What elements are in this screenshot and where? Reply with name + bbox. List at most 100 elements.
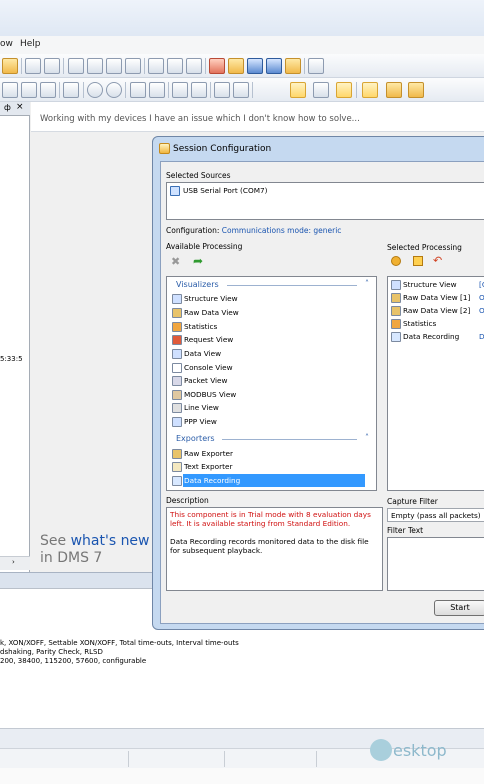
visualizer-item[interactable]: Request View xyxy=(184,335,233,344)
open-icon[interactable] xyxy=(2,58,18,74)
remove-icon[interactable]: ✖ xyxy=(171,255,180,268)
filter-text-input[interactable] xyxy=(387,537,484,591)
filter-icon[interactable] xyxy=(149,82,165,98)
raw-exporter-icon xyxy=(172,449,182,459)
selected-item-link[interactable]: [C xyxy=(479,280,484,289)
settings-icon[interactable] xyxy=(391,256,401,266)
selected-item-link[interactable]: O xyxy=(479,306,484,315)
source-item[interactable]: USB Serial Port (COM7) xyxy=(183,186,268,195)
window2-icon[interactable] xyxy=(266,58,282,74)
back-icon[interactable] xyxy=(87,82,103,98)
visualizer-item[interactable]: Raw Data View xyxy=(184,308,239,317)
menu-help[interactable]: Help xyxy=(20,39,41,49)
layout2-icon[interactable] xyxy=(191,82,207,98)
start-button[interactable]: Start xyxy=(434,600,484,616)
exporter-item[interactable]: Text Exporter xyxy=(184,462,232,471)
exporter-item[interactable]: Raw Exporter xyxy=(184,449,233,458)
capture-filter-select[interactable]: Empty (pass all packets) xyxy=(387,508,484,522)
panel-icon[interactable] xyxy=(362,82,378,98)
visualizers-header[interactable]: Visualizers xyxy=(176,280,219,289)
selected-item-link[interactable]: D xyxy=(479,332,484,341)
scroll-right-icon[interactable]: › xyxy=(12,558,15,566)
session-icon xyxy=(159,143,170,154)
record-icon[interactable] xyxy=(148,58,164,74)
exporters-header[interactable]: Exporters xyxy=(176,434,215,443)
bookmark-icon[interactable] xyxy=(63,82,79,98)
selected-sources-list[interactable]: USB Serial Port (COM7) xyxy=(166,182,484,220)
visualizer-item[interactable]: MODBUS View xyxy=(184,390,236,399)
panel2-icon[interactable] xyxy=(386,82,402,98)
chart-icon[interactable] xyxy=(290,82,306,98)
window-title-bar xyxy=(0,0,484,36)
tools-icon[interactable] xyxy=(228,58,244,74)
whats-new-link[interactable]: what's new xyxy=(71,533,150,549)
copy-icon[interactable] xyxy=(68,58,84,74)
visualizer-item[interactable]: Data View xyxy=(184,349,221,358)
panel3-icon[interactable] xyxy=(408,82,424,98)
left-pane-scrollbar[interactable]: › xyxy=(0,556,30,570)
copy4-icon[interactable] xyxy=(125,58,141,74)
edit-icon[interactable] xyxy=(25,58,41,74)
selected-processing-list[interactable]: Structure View [C Raw Data View [1] O Ra… xyxy=(387,276,484,491)
description-trial: This component is in Trial mode with 8 e… xyxy=(170,510,371,528)
session-icon[interactable] xyxy=(2,82,18,98)
statistics-icon xyxy=(391,319,401,329)
play-icon[interactable] xyxy=(167,58,183,74)
chart2-icon[interactable] xyxy=(313,82,329,98)
find-icon[interactable] xyxy=(130,82,146,98)
available-processing-list[interactable]: Visualizers ˄ Structure View Raw Data Vi… xyxy=(166,276,377,491)
visualizer-item[interactable]: PPP View xyxy=(184,417,217,426)
copy3-icon[interactable] xyxy=(106,58,122,74)
watermark-logo-icon xyxy=(370,739,392,761)
script-icon[interactable] xyxy=(308,58,324,74)
edit2-icon[interactable] xyxy=(44,58,60,74)
properties-icon[interactable] xyxy=(413,256,423,266)
line-view-icon xyxy=(172,403,182,413)
visualizer-item[interactable]: Console View xyxy=(184,363,233,372)
selected-item[interactable]: Data Recording xyxy=(403,332,459,341)
selected-processing-label: Selected Processing xyxy=(387,243,462,252)
forward-icon[interactable] xyxy=(106,82,122,98)
whats-new-panel: See what's new in DMS 7 xyxy=(40,533,150,567)
window-icon[interactable] xyxy=(247,58,263,74)
collapse-exporters-icon[interactable]: ˄ xyxy=(365,433,369,442)
session2-icon[interactable] xyxy=(21,82,37,98)
output-line: k, XON/XOFF, Settable XON/XOFF, Total ti… xyxy=(0,639,239,647)
stop-icon[interactable] xyxy=(186,58,202,74)
menu-view[interactable]: ow xyxy=(0,39,13,49)
chart3-icon[interactable] xyxy=(336,82,352,98)
session3-icon[interactable] xyxy=(40,82,56,98)
export-icon[interactable] xyxy=(285,58,301,74)
document-tab[interactable]: Working with my devices I have an issue … xyxy=(31,102,484,132)
selected-item[interactable]: Statistics xyxy=(403,319,436,328)
selected-item[interactable]: Structure View xyxy=(403,280,457,289)
users2-icon[interactable] xyxy=(233,82,249,98)
data-view-icon xyxy=(172,349,182,359)
close-icon[interactable]: × xyxy=(16,102,24,112)
collapse-visualizers-icon[interactable]: ˄ xyxy=(365,279,369,288)
selected-sources-label: Selected Sources xyxy=(166,171,231,180)
selected-item-link[interactable]: O xyxy=(479,293,484,302)
undo-icon[interactable]: ↶ xyxy=(433,254,442,267)
data-recording-icon xyxy=(391,332,401,342)
output-line: 200, 38400, 115200, 57600, configurable xyxy=(0,657,147,665)
add-arrow-icon[interactable]: ➦ xyxy=(193,254,203,268)
visualizer-item[interactable]: Statistics xyxy=(184,322,217,331)
configuration-link[interactable]: Communications mode: generic xyxy=(222,226,342,235)
selected-item[interactable]: Raw Data View [1] xyxy=(403,293,470,302)
cancel-icon[interactable] xyxy=(209,58,225,74)
copy2-icon[interactable] xyxy=(87,58,103,74)
visualizer-item[interactable]: Structure View xyxy=(184,294,238,303)
exporter-item-selected[interactable]: Data Recording xyxy=(184,476,240,485)
description-text: Data Recording records monitored data to… xyxy=(170,537,369,555)
visualizer-item[interactable]: Packet View xyxy=(184,376,228,385)
pin-icon[interactable]: ф xyxy=(4,103,11,112)
configuration-row: Configuration: Communications mode: gene… xyxy=(166,226,341,235)
visualizer-item[interactable]: Line View xyxy=(184,403,219,412)
output-lines: k, XON/XOFF, Settable XON/XOFF, Total ti… xyxy=(0,639,239,666)
layout-icon[interactable] xyxy=(172,82,188,98)
usb-icon xyxy=(170,186,180,196)
selected-item[interactable]: Raw Data View [2] xyxy=(403,306,470,315)
raw-data-view-icon xyxy=(172,308,182,318)
users-icon[interactable] xyxy=(214,82,230,98)
